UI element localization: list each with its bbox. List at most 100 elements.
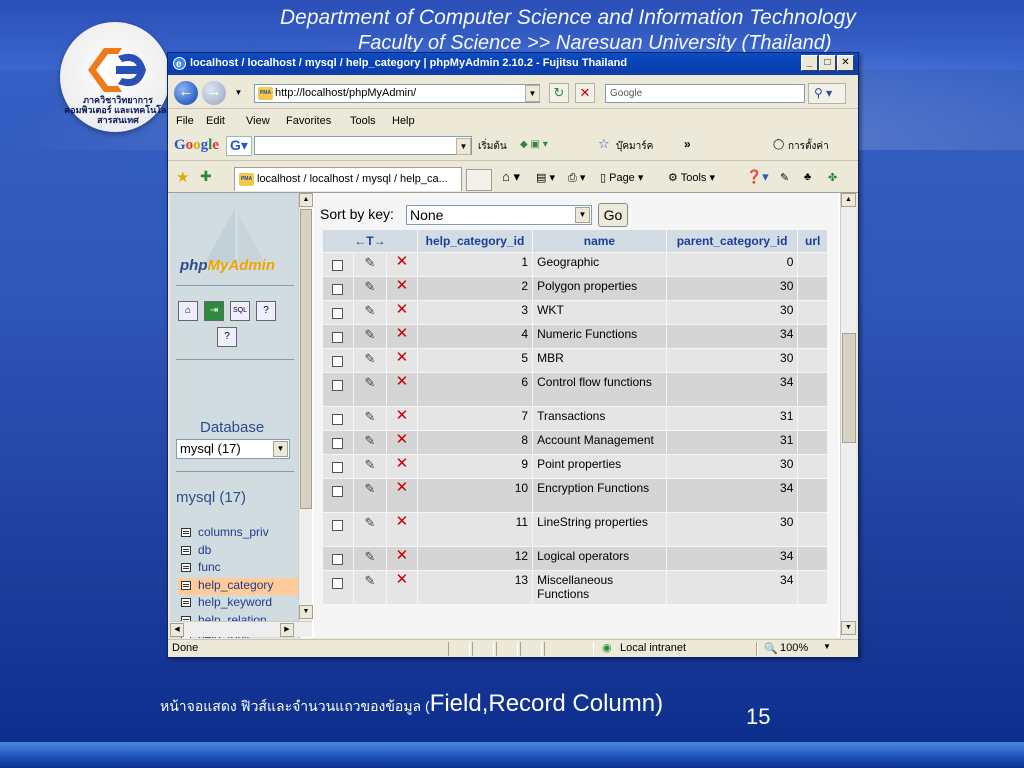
google-settings-icon[interactable]: ◯ xyxy=(773,139,784,150)
row-checkbox[interactable] xyxy=(332,260,344,271)
scroll-up-icon[interactable]: ▲ xyxy=(299,193,313,207)
close-button[interactable]: ✕ xyxy=(837,55,854,71)
google-g-dropdown[interactable]: G▾ xyxy=(226,136,252,156)
delete-x-icon[interactable]: ✕ xyxy=(396,571,409,588)
refresh-icon[interactable]: ↻ xyxy=(549,83,569,103)
table-item-db[interactable]: db xyxy=(178,543,298,561)
help-icon[interactable]: ❓▾ xyxy=(746,169,769,185)
edit-pencil-icon[interactable]: ✎ xyxy=(364,573,375,588)
exit-icon[interactable]: ⇥ xyxy=(204,301,224,321)
scroll-down-icon[interactable]: ▼ xyxy=(299,605,313,619)
column-header-url[interactable]: url xyxy=(798,230,827,252)
stop-icon[interactable]: ✕ xyxy=(575,83,595,103)
delete-x-icon[interactable]: ✕ xyxy=(396,325,409,342)
google-bookmarks-link[interactable]: บุ๊คมาร์ค xyxy=(616,139,653,154)
minimize-button[interactable]: _ xyxy=(801,55,818,71)
back-button[interactable]: ← xyxy=(174,81,198,105)
home-icon[interactable]: ⌂ xyxy=(178,301,198,321)
blog-icon[interactable]: ✤ xyxy=(828,171,837,184)
menu-view[interactable]: View xyxy=(246,115,270,127)
maximize-button[interactable]: □ xyxy=(819,55,836,71)
delete-x-icon[interactable]: ✕ xyxy=(396,547,409,564)
column-header-help_category_id[interactable]: help_category_id xyxy=(417,230,533,252)
menu-edit[interactable]: Edit xyxy=(206,115,225,127)
search-button[interactable]: ⚲ ▾ xyxy=(808,83,846,104)
tab-phpmyadmin[interactable]: PMA localhost / localhost / mysql / help… xyxy=(234,167,462,191)
row-checkbox[interactable] xyxy=(332,554,344,565)
go-button[interactable]: Go xyxy=(598,203,628,227)
table-row[interactable]: ✎ ✕ 10 Encryption Functions 34 xyxy=(323,479,827,512)
left-vertical-scrollbar[interactable]: ▲ ▼ xyxy=(298,193,313,621)
edit-pencil-icon[interactable]: ✎ xyxy=(364,351,375,366)
delete-x-icon[interactable]: ✕ xyxy=(396,373,409,390)
favorites-star-icon[interactable]: ★ xyxy=(176,168,189,186)
google-more-link[interactable]: » xyxy=(684,137,691,151)
edit-pencil-icon[interactable]: ✎ xyxy=(364,327,375,342)
edit-pencil-icon[interactable]: ✎ xyxy=(364,303,375,318)
delete-x-icon[interactable]: ✕ xyxy=(396,431,409,448)
google-start-link[interactable]: เริ่มต้น xyxy=(478,139,507,154)
delete-x-icon[interactable]: ✕ xyxy=(396,277,409,294)
table-row[interactable]: ✎ ✕ 9 Point properties 30 xyxy=(323,455,827,478)
phpmyadmin-logo[interactable]: phpMyAdmin xyxy=(180,257,275,274)
feeds-icon[interactable]: ▤ ▾ xyxy=(536,171,555,184)
edit-pencil-icon[interactable]: ✎ xyxy=(364,255,375,270)
edit-pencil-icon[interactable]: ✎ xyxy=(364,549,375,564)
tools-menu[interactable]: ⚙ Tools ▾ xyxy=(668,171,715,184)
left-scroll-thumb[interactable] xyxy=(300,209,312,509)
google-settings-link[interactable]: การตั้งค่า xyxy=(788,139,829,154)
scroll-left-icon[interactable]: ◀ xyxy=(170,623,184,637)
row-checkbox[interactable] xyxy=(332,356,344,367)
row-checkbox[interactable] xyxy=(332,438,344,449)
row-checkbox[interactable] xyxy=(332,486,344,497)
edit-pencil-icon[interactable]: ✎ xyxy=(364,433,375,448)
left-horizontal-scrollbar[interactable]: ◀ ▶ xyxy=(170,621,312,637)
zoom-dropdown-icon[interactable]: ▼ xyxy=(823,642,831,651)
database-heading[interactable]: mysql (17) xyxy=(176,489,246,506)
delete-x-icon[interactable]: ✕ xyxy=(396,479,409,496)
table-row[interactable]: ✎ ✕ 4 Numeric Functions 34 xyxy=(323,325,827,348)
sql-query-icon[interactable]: SQL xyxy=(230,301,250,321)
main-scroll-thumb[interactable] xyxy=(842,333,856,443)
table-row[interactable]: ✎ ✕ 5 MBR 30 xyxy=(323,349,827,372)
table-row[interactable]: ✎ ✕ 6 Control flow functions 34 xyxy=(323,373,827,406)
google-search-input[interactable] xyxy=(254,136,472,155)
add-favorite-icon[interactable]: ✚ xyxy=(200,168,212,185)
row-checkbox[interactable] xyxy=(332,520,344,531)
research-icon[interactable]: ✎ xyxy=(780,171,789,184)
zoom-icon[interactable]: 🔍 xyxy=(764,642,778,655)
database-select[interactable]: mysql (17) ▼ xyxy=(176,439,290,459)
docs-icon[interactable]: ? xyxy=(256,301,276,321)
column-header-name[interactable]: name xyxy=(533,230,666,252)
edit-pencil-icon[interactable]: ✎ xyxy=(364,457,375,472)
scroll-down-icon[interactable]: ▼ xyxy=(841,621,856,635)
search-input[interactable]: Google xyxy=(605,84,805,103)
scroll-up-icon[interactable]: ▲ xyxy=(841,193,856,207)
table-item-func[interactable]: func xyxy=(178,560,298,578)
main-vertical-scrollbar[interactable]: ▲ ▼ xyxy=(840,193,856,638)
delete-x-icon[interactable]: ✕ xyxy=(396,253,409,270)
edit-pencil-icon[interactable]: ✎ xyxy=(364,481,375,496)
menu-file[interactable]: File xyxy=(176,115,194,127)
address-dropdown-icon[interactable]: ▼ xyxy=(525,85,540,102)
column-header-parent_category_id[interactable]: parent_category_id xyxy=(666,230,798,252)
table-row[interactable]: ✎ ✕ 11 LineString properties 30 xyxy=(323,513,827,546)
edit-pencil-icon[interactable]: ✎ xyxy=(364,409,375,424)
row-checkbox[interactable] xyxy=(332,414,344,425)
table-item-columns_priv[interactable]: columns_priv xyxy=(178,525,298,543)
row-checkbox[interactable] xyxy=(332,578,344,589)
delete-x-icon[interactable]: ✕ xyxy=(396,455,409,472)
delete-x-icon[interactable]: ✕ xyxy=(396,513,409,530)
page-menu[interactable]: ▯ Page ▾ xyxy=(600,171,643,184)
menu-tools[interactable]: Tools xyxy=(350,115,376,127)
row-checkbox[interactable] xyxy=(332,308,344,319)
home-icon[interactable]: ⌂ ▾ xyxy=(502,169,520,185)
star-icon[interactable]: ☆ xyxy=(598,136,610,152)
table-row[interactable]: ✎ ✕ 8 Account Management 31 xyxy=(323,431,827,454)
delete-x-icon[interactable]: ✕ xyxy=(396,349,409,366)
delete-x-icon[interactable]: ✕ xyxy=(396,407,409,424)
new-tab-button[interactable] xyxy=(466,169,492,191)
menu-favorites[interactable]: Favorites xyxy=(286,115,331,127)
row-checkbox[interactable] xyxy=(332,380,344,391)
table-row[interactable]: ✎ ✕ 1 Geographic 0 xyxy=(323,253,827,276)
